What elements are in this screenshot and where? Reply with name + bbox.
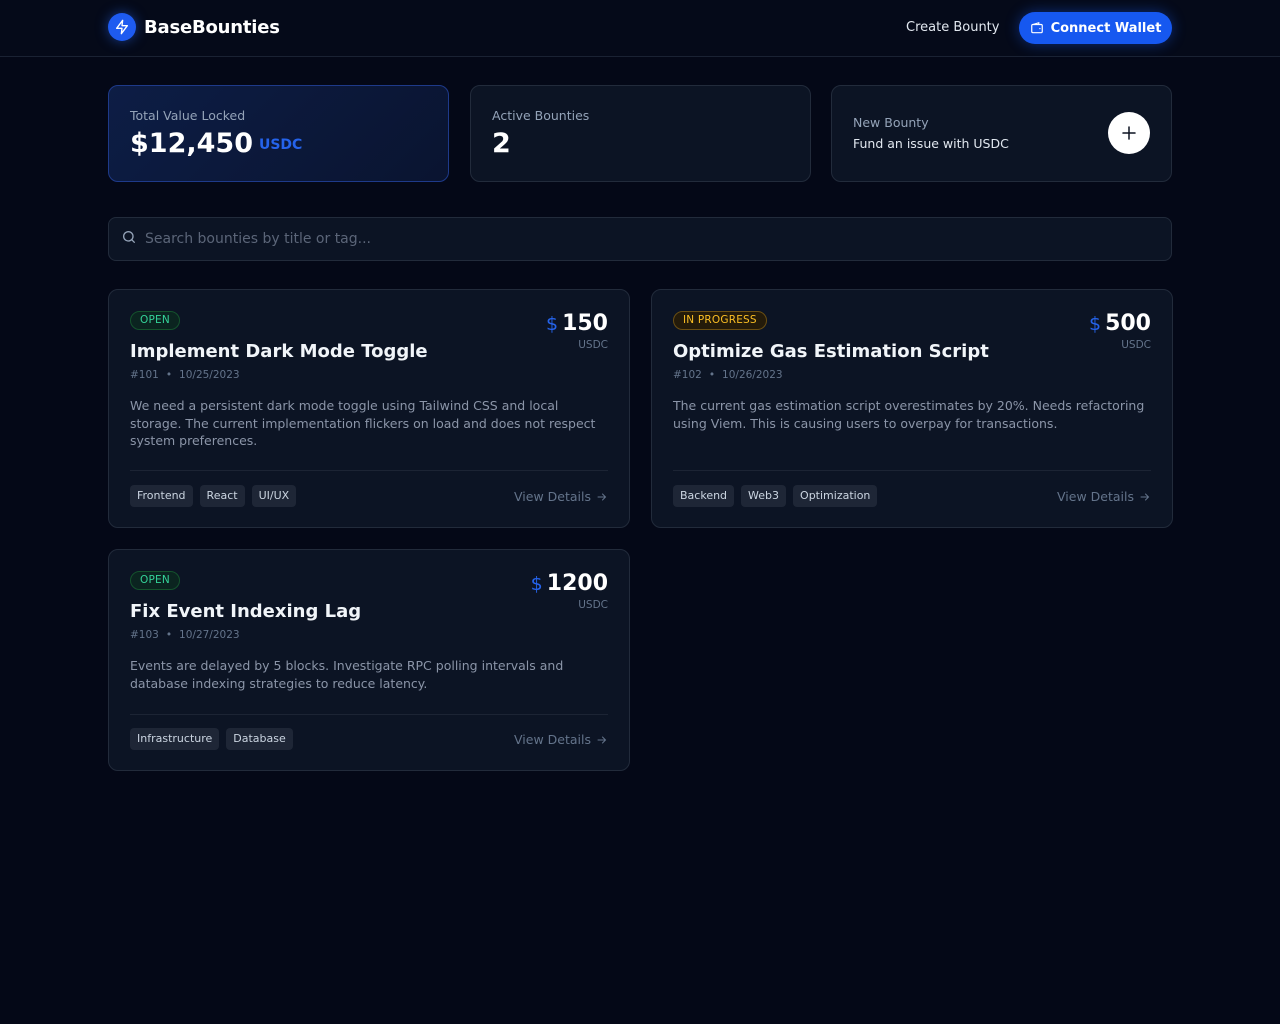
card-divider (130, 470, 608, 471)
tvl-value-row: $12,450 USDC (130, 128, 302, 159)
view-details-link[interactable]: View Details (514, 732, 608, 747)
tag-list: Infrastructure Database (130, 728, 300, 750)
bounty-meta: #103 • 10/27/2023 (130, 629, 240, 641)
connect-wallet-label: Connect Wallet (1050, 20, 1162, 36)
bounty-date: 10/27/2023 (179, 629, 240, 641)
search-input[interactable] (145, 218, 1165, 260)
reward: $1200 USDC (531, 571, 608, 611)
meta-separator: • (708, 369, 716, 381)
meta-separator: • (165, 629, 173, 641)
status-badge: OPEN (130, 311, 180, 330)
plus-icon (1122, 126, 1136, 140)
dollar-icon: $ (545, 313, 559, 335)
lightning-icon (108, 13, 136, 41)
tag[interactable]: React (199, 485, 245, 507)
bounty-card[interactable]: IN PROGRESS $500 USDC Optimize Gas Estim… (651, 289, 1173, 528)
brand-name: BaseBounties (144, 16, 280, 38)
bounty-description: The current gas estimation script overes… (673, 398, 1145, 431)
view-details-label: View Details (1057, 489, 1134, 504)
connect-wallet-button[interactable]: Connect Wallet (1019, 12, 1172, 44)
active-bounties-value: 2 (492, 128, 511, 159)
status-badge: OPEN (130, 571, 180, 590)
top-navbar: BaseBounties Create Bounty Connect Walle… (0, 0, 1280, 57)
bounty-id: #101 (130, 369, 159, 381)
reward: $500 USDC (1089, 311, 1151, 351)
new-bounty-subtitle: Fund an issue with USDC (853, 136, 1009, 151)
bounty-date: 10/26/2023 (722, 369, 783, 381)
view-details-link[interactable]: View Details (1057, 489, 1151, 504)
reward-amount: 150 (562, 311, 608, 336)
meta-separator: • (165, 369, 173, 381)
arrow-right-icon (1140, 493, 1150, 500)
reward-unit: USDC (1121, 339, 1151, 351)
bounty-title[interactable]: Implement Dark Mode Toggle (130, 341, 428, 362)
tag-list: Backend Web3 Optimization (673, 485, 884, 507)
create-bounty-link[interactable]: Create Bounty (906, 20, 999, 35)
bounty-meta: #101 • 10/25/2023 (130, 369, 240, 381)
dollar-icon: $ (1088, 313, 1102, 335)
view-details-label: View Details (514, 489, 591, 504)
bounty-description: We need a persistent dark mode toggle us… (130, 398, 596, 448)
active-bounties-label: Active Bounties (492, 108, 590, 123)
bounty-meta: #102 • 10/26/2023 (673, 369, 783, 381)
arrow-right-icon (597, 736, 607, 743)
card-divider (673, 470, 1151, 471)
bounty-card[interactable]: OPEN $150 USDC Implement Dark Mode Toggl… (108, 289, 630, 528)
view-details-link[interactable]: View Details (514, 489, 608, 504)
new-bounty-title: New Bounty (853, 115, 929, 130)
tag-list: Frontend React UI/UX (130, 485, 303, 507)
reward-amount: 1200 (546, 571, 608, 596)
view-details-label: View Details (514, 732, 591, 747)
tag[interactable]: Infrastructure (130, 728, 220, 750)
tag[interactable]: Frontend (130, 485, 193, 507)
active-bounties-card: Active Bounties 2 (470, 85, 811, 182)
bounty-id: #102 (673, 369, 702, 381)
card-divider (130, 714, 608, 715)
tag[interactable]: Optimization (793, 485, 878, 507)
tag[interactable]: Web3 (741, 485, 787, 507)
tvl-label: Total Value Locked (130, 108, 246, 123)
reward-amount: 500 (1105, 311, 1151, 336)
tvl-unit: USDC (258, 137, 303, 153)
dollar-icon: $ (530, 573, 543, 595)
total-value-locked-card: Total Value Locked $12,450 USDC (108, 85, 449, 182)
bounty-title[interactable]: Fix Event Indexing Lag (130, 601, 361, 622)
bounty-card[interactable]: OPEN $1200 USDC Fix Event Indexing Lag #… (108, 549, 630, 771)
wallet-icon (1030, 21, 1043, 34)
bounty-date: 10/25/2023 (179, 369, 240, 381)
bounty-title[interactable]: Optimize Gas Estimation Script (673, 341, 989, 362)
arrow-right-icon (597, 493, 607, 500)
new-bounty-card[interactable]: New Bounty Fund an issue with USDC (831, 85, 1172, 182)
status-badge: IN PROGRESS (673, 311, 767, 330)
reward-unit: USDC (578, 599, 608, 611)
bounty-description: Events are delayed by 5 blocks. Investig… (130, 658, 564, 691)
search-bar (108, 217, 1172, 261)
tag[interactable]: Backend (673, 485, 735, 507)
tag[interactable]: UI/UX (251, 485, 297, 507)
search-icon (123, 231, 135, 243)
new-bounty-button[interactable] (1108, 112, 1150, 154)
tag[interactable]: Database (226, 728, 293, 750)
tvl-value: $12,450 (130, 128, 253, 159)
reward: $150 USDC (546, 311, 608, 351)
reward-unit: USDC (578, 339, 608, 351)
brand[interactable]: BaseBounties (108, 13, 280, 41)
bounty-id: #103 (130, 629, 159, 641)
